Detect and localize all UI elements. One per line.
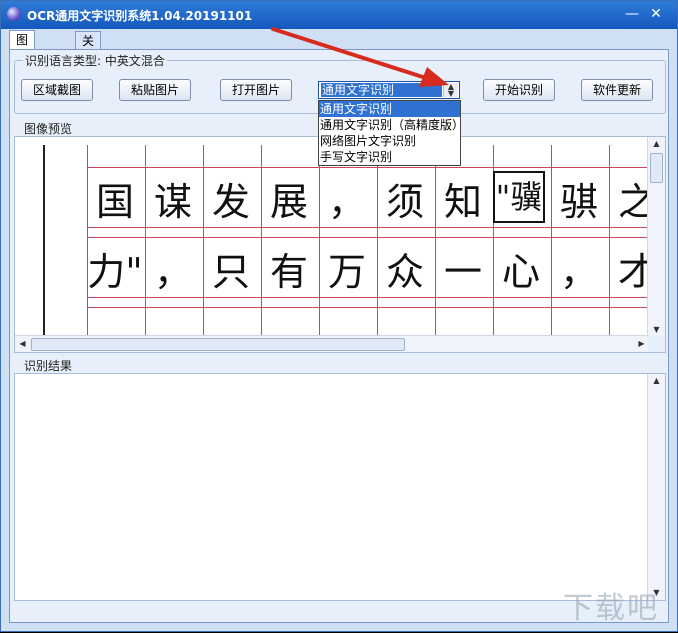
preview-char: 只 [211, 250, 250, 294]
recognition-mode-dropdown: 通用文字识别 通用文字识别（高精度版） 网络图片文字识别 手写文字识别 [318, 100, 464, 166]
app-window: OCR通用文字识别系统1.04.20191101 — ✕ 图像识别 关于 识别语… [0, 0, 678, 632]
preview-char: 发 [211, 180, 250, 224]
preview-char: 心 [501, 250, 540, 294]
dropdown-option[interactable]: 通用文字识别 [319, 101, 460, 117]
preview-char: 知 [443, 180, 482, 224]
scrollbar-corner [648, 336, 665, 352]
close-button[interactable]: ✕ [647, 6, 665, 22]
result-textarea[interactable]: ▲ ▼ [14, 373, 666, 601]
preview-char: 展 [269, 180, 308, 224]
scroll-left-icon[interactable]: ◀ [15, 337, 30, 351]
dropdown-option[interactable]: 手写文字识别 [319, 149, 460, 165]
start-recognition-button[interactable]: 开始识别 [483, 79, 555, 101]
app-logo-icon [7, 7, 21, 21]
preview-char: 力" [87, 250, 143, 294]
preview-char: 须 [385, 180, 424, 224]
title-bar[interactable]: OCR通用文字识别系统1.04.20191101 — ✕ [1, 1, 677, 29]
preview-char: 谋 [153, 180, 192, 224]
preview-char-highlight: "骥 [493, 171, 545, 223]
recognition-mode-value: 通用文字识别 [321, 83, 442, 97]
preview-horizontal-scrollbar[interactable]: ◀ ▶ [15, 335, 649, 352]
dropdown-option[interactable]: 网络图片文字识别 [319, 133, 460, 149]
watermark-logo: 下载吧 [563, 591, 659, 626]
result-legend: 识别结果 [24, 359, 73, 373]
result-group: 识别结果 [14, 359, 666, 373]
preview-char: ， [559, 250, 598, 294]
tab-image-recognition[interactable]: 图像识别 [9, 30, 36, 101]
horizontal-scroll-thumb[interactable] [31, 338, 405, 351]
scroll-down-icon[interactable]: ▼ [649, 323, 664, 337]
preview-char: ， [153, 250, 192, 294]
preview-char: 有 [269, 250, 308, 294]
margin-line [43, 145, 45, 345]
software-update-button[interactable]: 软件更新 [581, 79, 653, 101]
preview-char: ， [327, 180, 366, 224]
preview-char: 一 [443, 250, 482, 294]
preview-char: 众 [385, 250, 424, 294]
preview-vertical-scrollbar[interactable]: ▲ ▼ [647, 137, 665, 337]
scroll-up-icon[interactable]: ▲ [649, 374, 664, 388]
spin-arrows-icon[interactable]: ▲ ▼ [443, 83, 458, 98]
window-title: OCR通用文字识别系统1.04.20191101 [27, 9, 253, 23]
recognition-mode-select[interactable]: 通用文字识别 ▲ ▼ [318, 81, 460, 99]
language-group-legend: 识别语言类型: 中英文混合 [23, 52, 167, 69]
vertical-scroll-thumb[interactable] [650, 153, 663, 183]
scroll-right-icon[interactable]: ▶ [634, 337, 649, 351]
result-vertical-scrollbar[interactable]: ▲ ▼ [647, 374, 665, 600]
image-preview[interactable]: 国 谋 发 展 ， 须 知 "骥 骐 之 力" ， 只 有 万 众 一 心 ， … [14, 136, 666, 353]
paste-image-button[interactable]: 粘贴图片 [119, 79, 191, 101]
scroll-up-icon[interactable]: ▲ [649, 137, 664, 151]
preview-char: 万 [327, 250, 366, 294]
preview-char: 国 [95, 180, 134, 224]
minimize-button[interactable]: — [623, 6, 641, 22]
dropdown-option[interactable]: 通用文字识别（高精度版） [319, 117, 464, 133]
preview-char: 骐 [559, 180, 598, 224]
tab-about[interactable]: 关于 [75, 31, 102, 66]
open-image-button[interactable]: 打开图片 [220, 79, 292, 101]
preview-legend: 图像预览 [24, 122, 73, 136]
region-capture-button[interactable]: 区域截图 [21, 79, 93, 101]
preview-image: 国 谋 发 展 ， 须 知 "骥 骐 之 力" ， 只 有 万 众 一 心 ， … [29, 145, 659, 345]
